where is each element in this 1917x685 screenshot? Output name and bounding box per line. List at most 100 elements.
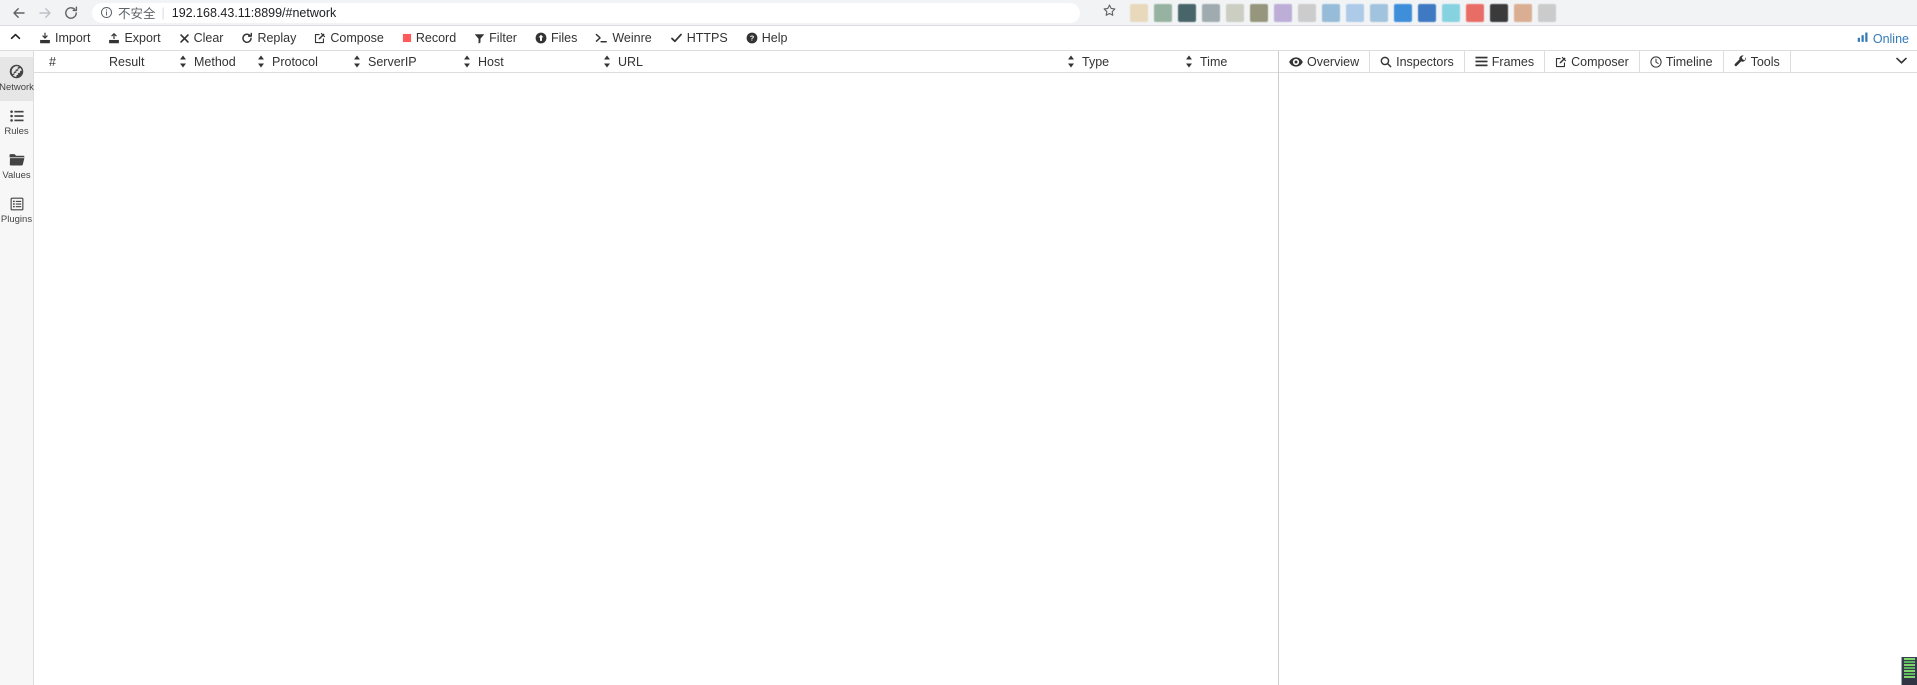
tab-label: Timeline — [1665, 54, 1713, 69]
sidebar-item-label: Plugins — [0, 214, 33, 225]
question-circle-icon: ? — [746, 32, 758, 44]
column-header-protocol[interactable]: Protocol — [257, 51, 353, 73]
sidebar-item-values[interactable]: Values — [0, 145, 33, 189]
bookmark-favicon[interactable] — [1154, 3, 1172, 22]
corner-bar — [1904, 670, 1915, 672]
column-header-label: Type — [1082, 54, 1110, 69]
bookmark-favicon[interactable] — [1226, 3, 1244, 22]
compose-pencil-icon — [1555, 56, 1567, 68]
tab-label: Overview — [1307, 54, 1360, 69]
close-x-icon — [179, 33, 190, 44]
tabs-overflow-button[interactable] — [1886, 51, 1917, 72]
compose-pencil-icon — [314, 32, 326, 44]
sort-updown-icon[interactable] — [257, 55, 265, 68]
sidebar-item-rules[interactable]: Rules — [0, 101, 33, 145]
toolbar-record-button[interactable]: Record — [393, 26, 465, 51]
bookmark-favicon[interactable] — [1322, 3, 1340, 22]
bookmark-favicon[interactable] — [1130, 3, 1148, 22]
column-header-method[interactable]: Method — [179, 51, 257, 73]
hamburger-icon — [1475, 56, 1488, 67]
corner-widget[interactable] — [1901, 657, 1917, 685]
bookmark-favicon[interactable] — [1514, 3, 1532, 22]
sidebar-item-network[interactable]: Network — [0, 57, 34, 101]
bookmark-favicon[interactable] — [1346, 3, 1364, 22]
sidebar-item-plugins[interactable]: Plugins — [0, 189, 33, 233]
column-header-label: Host — [478, 54, 504, 69]
column-header-[interactable]: # — [34, 51, 94, 73]
column-header-time[interactable]: Time — [1185, 51, 1253, 73]
column-header-type[interactable]: Type — [1067, 51, 1185, 73]
reload-button[interactable] — [58, 1, 84, 25]
forward-button[interactable] — [32, 1, 58, 25]
forward-arrow-icon — [37, 5, 53, 21]
online-status[interactable]: Online — [1857, 26, 1909, 51]
sort-updown-icon[interactable] — [353, 55, 361, 68]
tab-timeline[interactable]: Timeline — [1640, 51, 1724, 72]
column-header-serverip[interactable]: ServerIP — [353, 51, 463, 73]
bookmark-button[interactable] — [1096, 2, 1122, 24]
column-header-url[interactable]: URL — [603, 51, 1067, 73]
toolbar-files-button[interactable]: Files — [526, 26, 586, 51]
tab-tools[interactable]: Tools — [1724, 51, 1791, 72]
tabs-spacer — [1791, 51, 1886, 72]
bookmark-favicon[interactable] — [1490, 3, 1508, 22]
funnel-icon — [474, 33, 485, 44]
tab-frames[interactable]: Frames — [1465, 51, 1546, 72]
bookmark-favicon[interactable] — [1298, 3, 1316, 22]
toolbar-replay-button[interactable]: Replay — [232, 26, 305, 51]
tab-overview[interactable]: Overview — [1279, 51, 1371, 72]
column-header-label: Protocol — [272, 54, 318, 69]
toolbar-item-label: Filter — [489, 31, 517, 45]
column-header-result[interactable]: Result — [94, 51, 179, 73]
detail-tabs: Overview Inspectors Frames Composer Timeline… — [1279, 51, 1917, 73]
bookmark-favicon[interactable] — [1370, 3, 1388, 22]
globe-icon — [9, 63, 24, 80]
bookmark-favicon[interactable] — [1466, 3, 1484, 22]
corner-bar — [1904, 661, 1915, 663]
bookmark-favicon[interactable] — [1202, 3, 1220, 22]
sort-updown-icon[interactable] — [463, 55, 471, 68]
toolbar-help-button[interactable]: ? Help — [737, 26, 797, 51]
toolbar-item-label: Help — [761, 31, 788, 45]
toolbar-item-label: Clear — [193, 31, 224, 45]
tab-composer[interactable]: Composer — [1545, 51, 1640, 72]
sort-updown-icon[interactable] — [1067, 55, 1075, 68]
bookmark-favicon[interactable] — [1274, 3, 1292, 22]
tab-label: Frames — [1491, 54, 1535, 69]
corner-bar — [1904, 673, 1915, 675]
sort-updown-icon[interactable] — [603, 55, 611, 68]
browser-toolbar: 不安全 | 192.168.43.11:8899/#network — [0, 0, 1917, 26]
column-header-host[interactable]: Host — [463, 51, 603, 73]
toolbar-filter-button[interactable]: Filter — [465, 26, 526, 51]
info-circle-icon[interactable] — [100, 6, 113, 19]
refresh-icon — [241, 32, 253, 44]
toolbar-clear-button[interactable]: Clear — [170, 26, 233, 51]
toolbar-compose-button[interactable]: Compose — [305, 26, 393, 51]
sort-updown-icon[interactable] — [1185, 55, 1193, 68]
app-body: Network Rules Values Plugins # Result Method P… — [0, 51, 1917, 685]
bookmark-favicon[interactable] — [1418, 3, 1436, 22]
bookmark-favicon[interactable] — [1250, 3, 1268, 22]
toolbar-weinre-button[interactable]: Weinre — [586, 26, 660, 51]
sort-updown-icon[interactable] — [179, 55, 187, 68]
toolbar-import-button[interactable]: Import — [30, 26, 99, 51]
toolbar-export-button[interactable]: Export — [99, 26, 169, 51]
column-header-label: ServerIP — [368, 54, 417, 69]
request-table-body[interactable] — [34, 73, 1278, 685]
toolbar-https-button[interactable]: HTTPS — [661, 26, 737, 51]
bookmark-favicon[interactable] — [1178, 3, 1196, 22]
column-header-label: Result — [109, 54, 145, 69]
address-bar[interactable]: 不安全 | 192.168.43.11:8899/#network — [92, 2, 1080, 23]
requests-panel: # Result Method Protocol ServerIP Host URL Type… — [34, 51, 1279, 685]
whistle-toolbar: Import Export Clear Replay Compose Record Filt… — [0, 26, 1917, 51]
tab-inspectors[interactable]: Inspectors — [1370, 51, 1465, 72]
collapse-toolbar-button[interactable] — [0, 30, 30, 46]
bookmark-favicon[interactable] — [1442, 3, 1460, 22]
bookmark-favicon[interactable] — [1538, 3, 1556, 22]
upload-circle-icon — [535, 32, 547, 44]
toolbar-item-label: Weinre — [612, 31, 652, 45]
bookmark-favicon[interactable] — [1394, 3, 1412, 22]
request-table-header: # Result Method Protocol ServerIP Host URL Type… — [34, 51, 1278, 73]
toolbar-item-label: Import — [55, 31, 91, 45]
back-button[interactable] — [6, 1, 32, 25]
